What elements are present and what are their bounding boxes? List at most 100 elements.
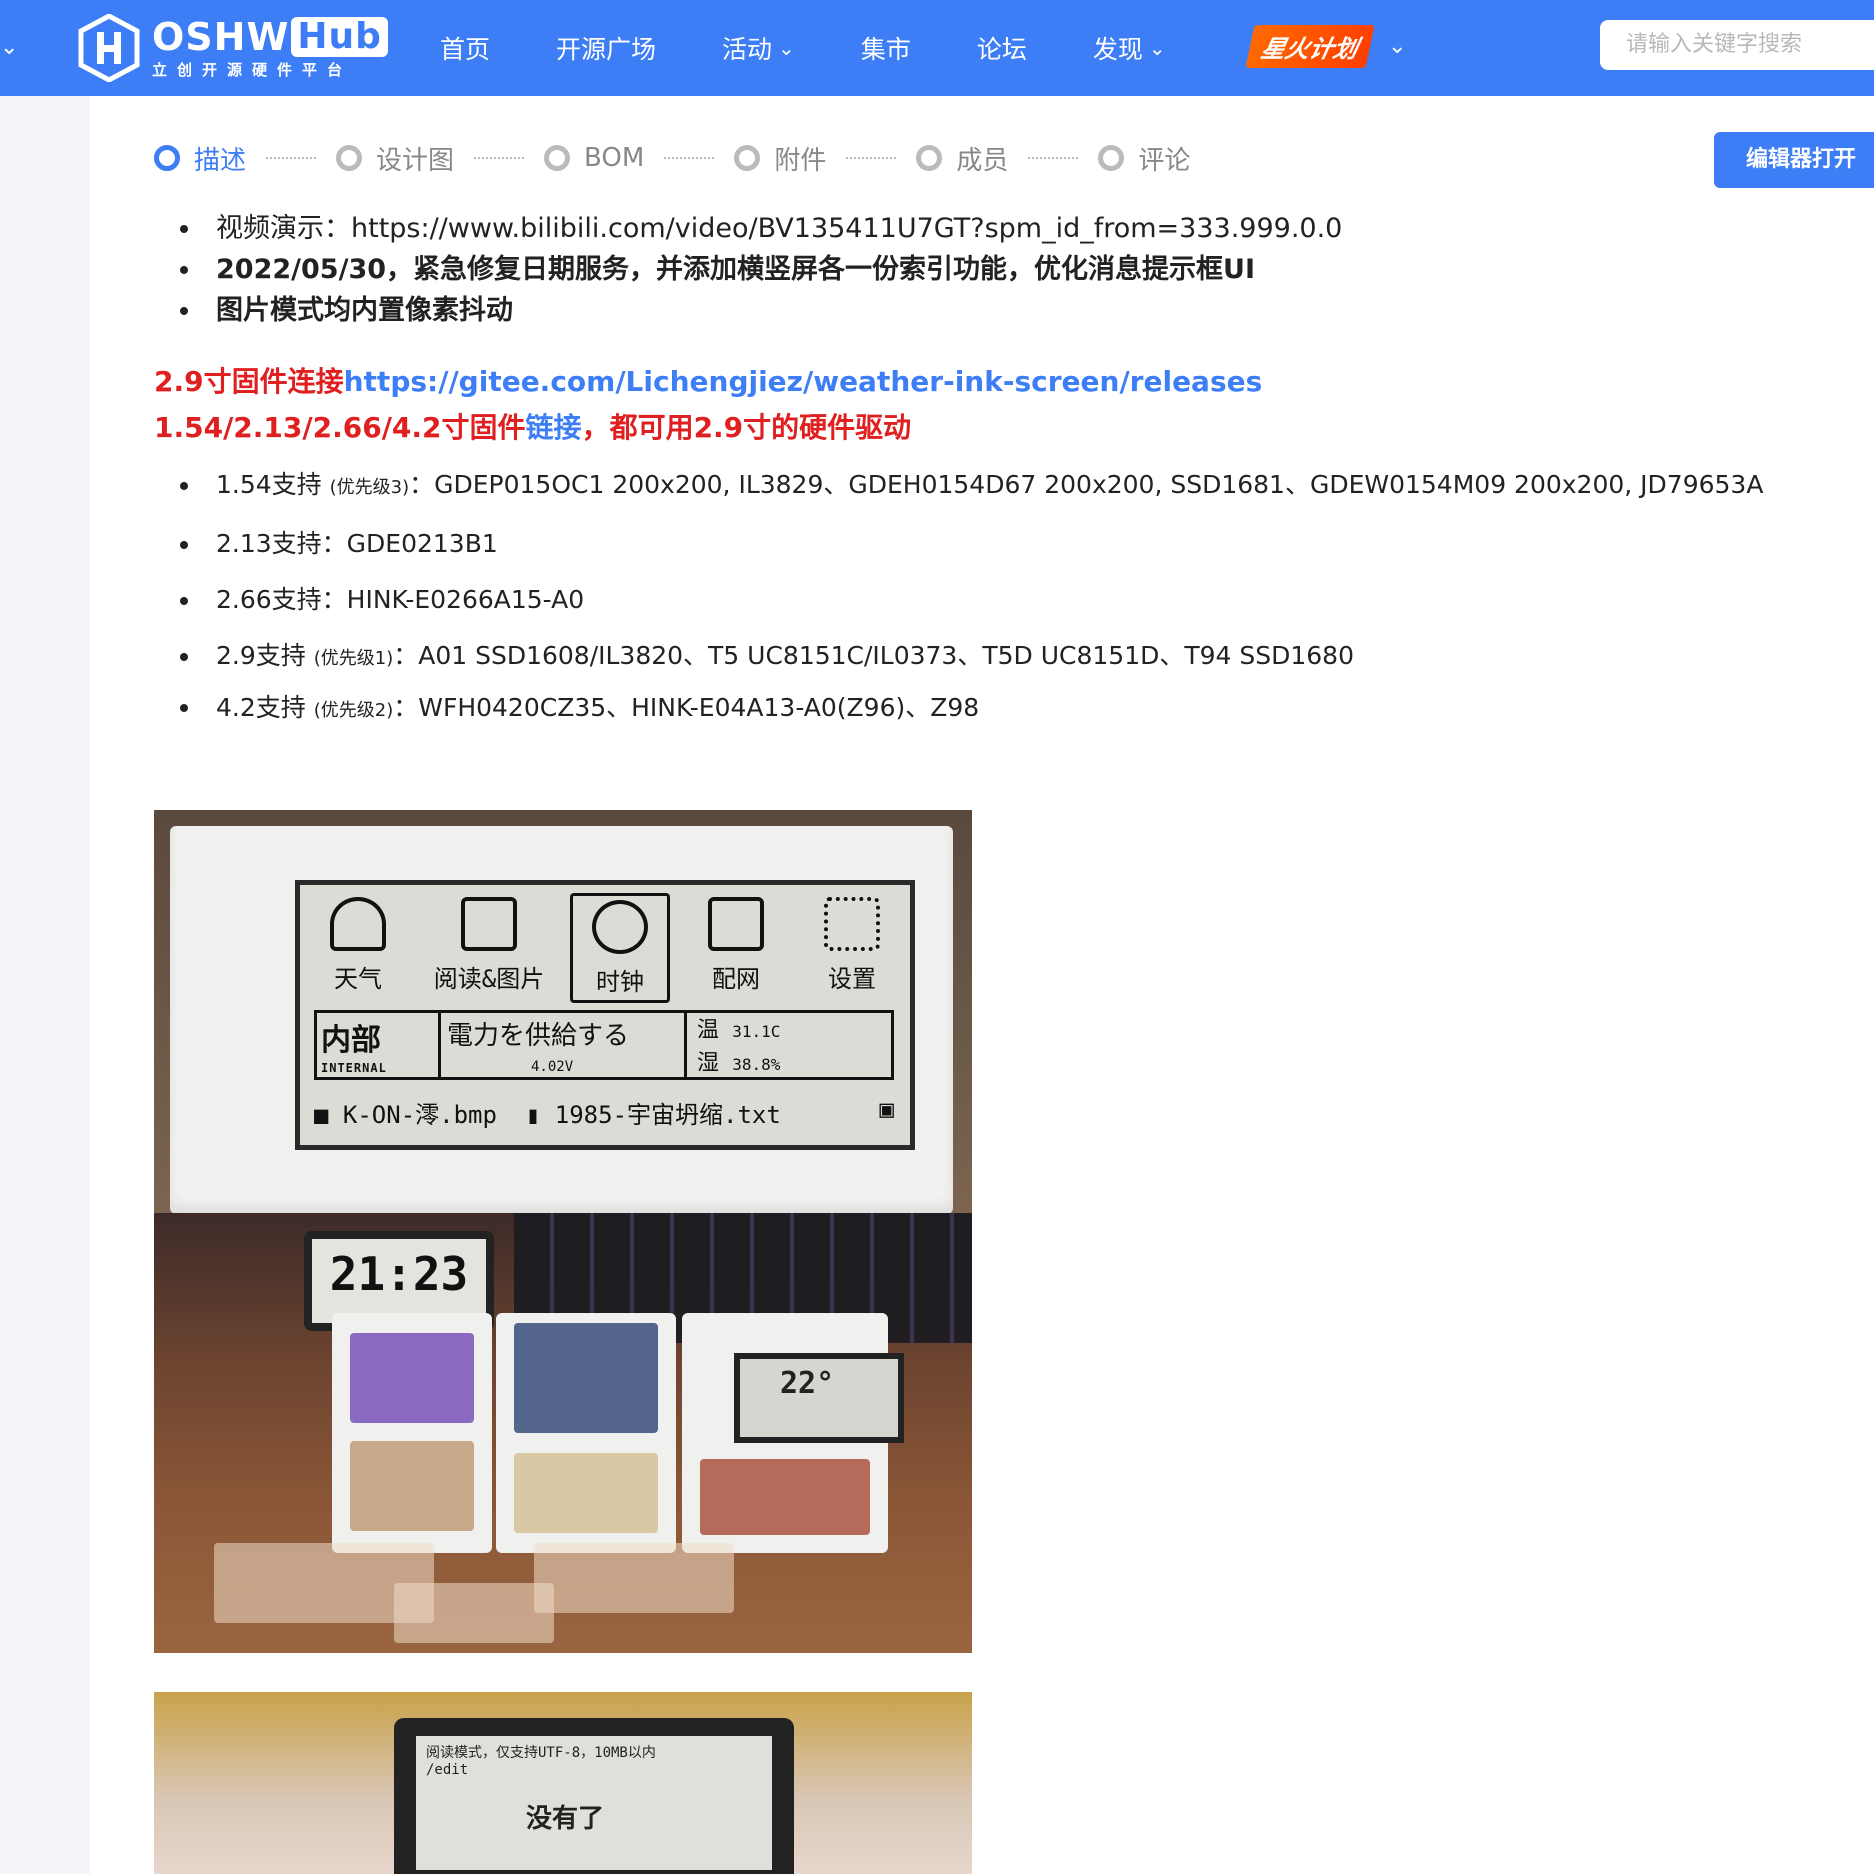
desk-devices-photo[interactable]: 21:23 22°: [154, 1213, 972, 1653]
internal-label: 内部: [321, 1023, 381, 1058]
list-item: 2.9支持 (优先级1)：A01 SSD1608/IL3820、T5 UC815…: [154, 628, 1874, 687]
tab-description[interactable]: 描述: [154, 140, 246, 177]
tab-label: 成员: [956, 145, 1009, 176]
file-name: 1985-宇宙坍缩.txt: [554, 1101, 781, 1129]
device-enclosure: 天气 阅读&图片 时钟 配网 设置 内部 INTERNAL 電力を供給する 4.02…: [170, 826, 953, 1213]
tab-bom[interactable]: BOM: [544, 143, 644, 173]
firmware-line-1: 2.9寸固件连接https://gitee.com/Lichengjiez/we…: [154, 359, 1874, 405]
sensor-block: 温 31.1C 湿 38.8%: [687, 1013, 891, 1077]
step-divider: [664, 157, 715, 159]
description-body: 视频演示：https://www.bilibili.com/video/BV13…: [154, 208, 1874, 731]
nav-item-activities[interactable]: 活动 ⌄: [722, 30, 795, 66]
step-dot-icon: [916, 145, 943, 171]
step-dot-icon: [154, 145, 180, 171]
tab-label: BOM: [584, 143, 645, 173]
tab-label: 描述: [194, 145, 247, 176]
site-logo[interactable]: OSHW Hub 立创开源硬件平台: [78, 10, 388, 86]
tab-attachments[interactable]: 附件: [734, 140, 826, 177]
internal-block: 内部 INTERNAL: [317, 1013, 441, 1077]
support-text: ：GDE0213B1: [321, 529, 498, 558]
nav-item-open-source-square[interactable]: 开源广场: [556, 30, 656, 66]
reader-screen: 阅读模式，仅支持UTF-8，10MB以内 /edit 没有了: [416, 1736, 772, 1870]
sliders-icon: [824, 897, 880, 951]
device-window: [350, 1333, 474, 1423]
search-input[interactable]: 请输入关键字搜索: [1600, 20, 1874, 70]
oshwhub-logo-icon: [78, 13, 140, 83]
screen-file-row: ■ K-ON-澪.bmp ▮ 1985-宇宙坍缩.txt ▣: [314, 1095, 894, 1130]
logo-text: OSHW: [152, 14, 290, 59]
file-icon: ▮: [525, 1101, 541, 1129]
weather-display: 22°: [734, 1353, 904, 1443]
reader-device-photo[interactable]: 阅读模式，仅支持UTF-8，10MB以内 /edit 没有了: [154, 1692, 972, 1874]
support-label: 2.66支持: [216, 585, 322, 614]
internal-sublabel: INTERNAL: [321, 1061, 387, 1075]
chevron-down-icon: ⌄: [778, 36, 795, 60]
menu-label: 设置: [828, 965, 876, 993]
eink-screen: 天气 阅读&图片 时钟 配网 设置 内部 INTERNAL 電力を供給する 4.02…: [295, 880, 915, 1150]
section-steps: 描述 设计图 BOM 附件 成员 评论: [154, 136, 1190, 180]
spark-plan-menu[interactable]: 星火计划 ⌄: [1245, 24, 1406, 68]
eink-device-photo[interactable]: 天气 阅读&图片 时钟 配网 设置 内部 INTERNAL 電力を供給する 4.02…: [154, 810, 972, 1213]
power-text: 電力を供給する: [447, 1021, 630, 1051]
clock-display: 21:23: [312, 1239, 486, 1323]
tab-comments[interactable]: 评论: [1098, 140, 1190, 177]
step-dot-icon: [734, 145, 761, 171]
nav-item-label: 活动: [722, 35, 773, 64]
window-icon: [708, 897, 764, 951]
step-dot-icon: [1098, 145, 1125, 171]
nav-item-home[interactable]: 首页: [440, 30, 490, 66]
menu-weather: 天气: [308, 893, 408, 1003]
step-dot-icon: [544, 145, 571, 171]
reader-device: 阅读模式，仅支持UTF-8，10MB以内 /edit 没有了: [394, 1718, 794, 1874]
firmware-link[interactable]: 链接: [526, 411, 582, 444]
tab-members[interactable]: 成员: [916, 140, 1008, 177]
menu-settings: 设置: [802, 893, 902, 1003]
reader-big-text: 没有了: [526, 1804, 605, 1834]
screen-status-row: 内部 INTERNAL 電力を供給する 4.02V 温 31.1C 湿 38.8%: [314, 1010, 894, 1080]
device-window: [350, 1441, 474, 1531]
nav-item-forum[interactable]: 论坛: [977, 30, 1027, 66]
support-text: ：GDEP015OC1 200x200, IL3829、GDEH0154D67 …: [409, 470, 1764, 499]
firmware-label: 1.54/2.13/2.66/4.2寸固件: [154, 411, 526, 444]
firmware-note: ，都可用2.9寸的硬件驱动: [581, 411, 912, 444]
project-content: 描述 设计图 BOM 附件 成员 评论 编辑器打开 视频演示：https://w…: [90, 96, 1874, 1874]
menu-label: 阅读&图片: [433, 965, 545, 993]
weather-icon: [330, 897, 386, 951]
firmware-link[interactable]: https://gitee.com/Lichengjiez/weather-in…: [344, 365, 1263, 398]
nav-item-market[interactable]: 集市: [861, 30, 911, 66]
support-text: ：WFH0420CZ35、HINK-E04A13-A0(Z96)、Z98: [393, 693, 980, 722]
left-gutter: [0, 96, 90, 1874]
acrylic-card: [394, 1583, 554, 1643]
reader-mode-text: 阅读模式，仅支持UTF-8，10MB以内: [426, 1745, 656, 1761]
priority-note: (优先级2): [313, 700, 394, 721]
power-block: 電力を供給する 4.02V: [441, 1013, 687, 1077]
nav-item-discover[interactable]: 发现 ⌄: [1093, 30, 1166, 66]
temp-value: 31.1C: [732, 1022, 781, 1041]
chevron-down-icon[interactable]: ⌄: [0, 28, 30, 68]
support-label: 4.2支持: [216, 693, 306, 722]
firmware-line-2: 1.54/2.13/2.66/4.2寸固件链接，都可用2.9寸的硬件驱动: [154, 405, 1874, 451]
list-item: 1.54支持 (优先级3)：GDEP015OC1 200x200, IL3829…: [154, 457, 1874, 516]
top-navbar: ⌄ OSHW Hub 立创开源硬件平台 首页 开源广场 活动 ⌄ 集市 论坛 发现 ⌄…: [0, 0, 1874, 96]
tab-design[interactable]: 设计图: [336, 140, 454, 177]
nav-item-label: 论坛: [976, 35, 1027, 64]
nav-item-label: 发现: [1092, 35, 1143, 64]
voltage-value: 4.02V: [531, 1059, 574, 1075]
open-editor-button[interactable]: 编辑器打开: [1714, 132, 1874, 188]
menu-network: 配网: [686, 893, 786, 1003]
logo-hub-text: Hub: [291, 16, 388, 57]
device-window: [700, 1459, 870, 1535]
support-list: 1.54支持 (优先级3)：GDEP015OC1 200x200, IL3829…: [154, 457, 1874, 731]
menu-clock: 时钟: [570, 893, 670, 1003]
spark-plan-badge: 星火计划: [1245, 24, 1375, 68]
firmware-label: 2.9寸固件连接: [154, 365, 344, 398]
humidity-value: 38.8%: [732, 1055, 781, 1074]
acrylic-card: [534, 1543, 734, 1613]
menu-label: 配网: [712, 965, 760, 993]
nav-item-label: 开源广场: [556, 35, 657, 64]
priority-note: (优先级3): [329, 477, 410, 498]
support-label: 2.9支持: [216, 641, 306, 670]
list-item[interactable]: 视频演示：https://www.bilibili.com/video/BV13…: [154, 208, 1874, 249]
temp-label: 温: [697, 1018, 720, 1043]
main-nav: 首页 开源广场 活动 ⌄ 集市 论坛 发现 ⌄: [440, 0, 1232, 96]
